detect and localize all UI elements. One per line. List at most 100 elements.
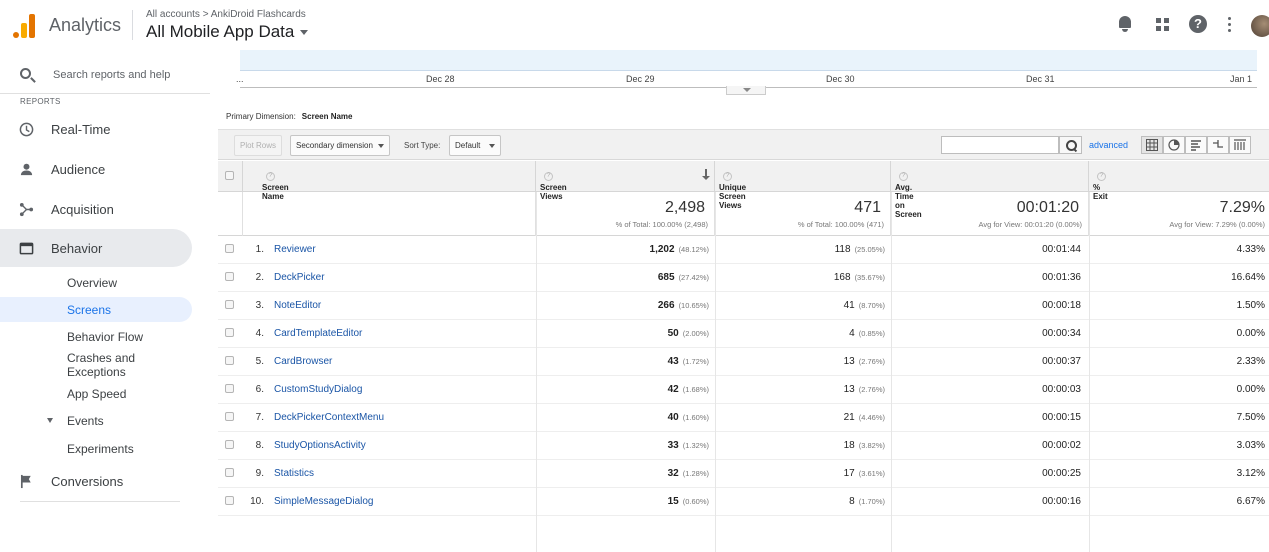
sidebar-item-acquisition[interactable]: Acquisition — [0, 190, 192, 228]
timeline-chart[interactable] — [240, 50, 1257, 71]
screen-name-link[interactable]: CardTemplateEditor — [274, 328, 362, 339]
screen-views-percent: (1.28%) — [682, 469, 709, 478]
exit-cell: 16.64% — [1231, 272, 1265, 283]
table-view-icon[interactable] — [1141, 136, 1163, 154]
help-icon[interactable]: ? — [1189, 15, 1207, 33]
totals-subtext: Avg for View: 00:01:20 (0.00%) — [978, 220, 1082, 229]
help-icon[interactable]: ? — [1097, 172, 1106, 181]
unique-views-cell: 168 (35.67%) — [834, 272, 885, 283]
screen-name-link[interactable]: SimpleMessageDialog — [274, 496, 374, 507]
row-checkbox[interactable] — [225, 384, 234, 393]
sort-type-dropdown[interactable]: Default — [449, 135, 502, 156]
sidebar-item-audience[interactable]: Audience — [0, 150, 192, 188]
screen-views-cell: 15 (0.60%) — [668, 496, 709, 507]
col-header-exit[interactable]: % Exit? — [1089, 161, 1269, 201]
sidebar-subitem-label: App Speed — [67, 387, 127, 401]
secondary-dimension-dropdown[interactable]: Secondary dimension — [290, 135, 390, 156]
row-checkbox[interactable] — [225, 440, 234, 449]
view-selector[interactable]: All Mobile App Data — [146, 22, 309, 42]
row-number: 9. — [255, 468, 264, 479]
screen-name-link[interactable]: DeckPicker — [274, 272, 325, 283]
caret-down-icon — [300, 30, 309, 36]
top-header: Analytics All accounts > AnkiDroid Flash… — [0, 0, 1269, 50]
sidebar-search[interactable]: Search reports and help — [0, 50, 210, 94]
caret-down-icon — [377, 143, 384, 148]
help-icon[interactable]: ? — [266, 172, 275, 181]
primary-dimension-value[interactable]: Screen Name — [302, 112, 353, 121]
search-icon[interactable] — [1059, 136, 1082, 154]
help-icon[interactable]: ? — [723, 172, 732, 181]
row-checkbox[interactable] — [225, 244, 234, 253]
col-header-screen-views[interactable]: Screen Views? — [536, 161, 715, 201]
table-search-input[interactable] — [941, 136, 1059, 154]
row-checkbox[interactable] — [225, 300, 234, 309]
app-name[interactable]: Analytics — [49, 15, 121, 36]
row-checkbox[interactable] — [225, 356, 234, 365]
unique-views-value: 13 — [843, 384, 855, 395]
sidebar-item-realtime[interactable]: Real-Time — [0, 110, 192, 148]
help-icon[interactable]: ? — [544, 172, 553, 181]
breadcrumb[interactable]: All accounts > AnkiDroid Flashcards — [146, 9, 306, 20]
exit-cell: 0.00% — [1236, 384, 1265, 395]
row-checkbox[interactable] — [225, 496, 234, 505]
search-input[interactable]: Search reports and help — [53, 69, 170, 81]
sidebar-subitem-overview[interactable]: Overview — [0, 275, 192, 297]
row-number: 6. — [255, 384, 264, 395]
apps-grid-icon[interactable] — [1154, 15, 1172, 33]
table-row: 1. Reviewer 1,202 (48.12%) 118 (25.05%) 00:01:… — [218, 236, 1269, 264]
more-vert-icon[interactable] — [1222, 15, 1236, 33]
sidebar-subitem-label: Experiments — [67, 442, 134, 456]
sidebar-subitem-screens[interactable]: Screens — [0, 297, 192, 322]
analytics-logo-icon[interactable] — [13, 14, 35, 38]
sidebar: Search reports and help REPORTS Real-Tim… — [0, 50, 210, 519]
unique-views-percent: (0.85%) — [858, 329, 885, 338]
select-all-checkbox[interactable] — [225, 171, 234, 180]
screen-name-link[interactable]: CardBrowser — [274, 356, 332, 367]
screen-name-link[interactable]: DeckPickerContextMenu — [274, 412, 384, 423]
advanced-filter-link[interactable]: advanced — [1089, 140, 1128, 150]
sidebar-subitem-crashes[interactable]: Crashes and Exceptions — [0, 351, 192, 381]
pie-view-icon[interactable] — [1163, 136, 1185, 154]
row-checkbox[interactable] — [225, 328, 234, 337]
exit-cell: 3.12% — [1236, 468, 1265, 479]
screen-views-value: 15 — [667, 496, 679, 507]
col-header-avg-time[interactable]: Avg. Time on Screen? — [891, 161, 1089, 219]
screen-name-link[interactable]: NoteEditor — [274, 300, 321, 311]
screen-name-link[interactable]: CustomStudyDialog — [274, 384, 362, 395]
row-checkbox[interactable] — [225, 272, 234, 281]
screen-name-link[interactable]: Statistics — [274, 468, 314, 479]
pivot-view-icon[interactable] — [1229, 136, 1251, 154]
plot-rows-button[interactable]: Plot Rows — [234, 135, 283, 156]
sidebar-subitem-behavior-flow[interactable]: Behavior Flow — [0, 329, 192, 349]
help-icon[interactable]: ? — [899, 172, 908, 181]
avatar[interactable] — [1251, 15, 1269, 37]
performance-view-icon[interactable] — [1185, 136, 1207, 154]
sidebar-subitem-events[interactable]: Events — [0, 413, 192, 433]
sidebar-item-label: Behavior — [51, 241, 103, 256]
unique-views-percent: (35.67%) — [854, 273, 885, 282]
bell-icon[interactable] — [1116, 15, 1134, 33]
table-row: 6. CustomStudyDialog 42 (1.68%) 13 (2.76%) 00:… — [218, 376, 1269, 404]
sidebar-item-conversions[interactable]: Conversions — [0, 462, 192, 500]
sidebar-subitem-app-speed[interactable]: App Speed — [0, 386, 192, 406]
exit-cell: 2.33% — [1236, 356, 1265, 367]
timeline-date: Jan 1 — [1230, 74, 1253, 84]
row-checkbox[interactable] — [225, 468, 234, 477]
col-header-unique-views[interactable]: Unique Screen Views? — [715, 161, 891, 210]
unique-views-percent: (8.70%) — [858, 301, 885, 310]
screen-name-link[interactable]: Reviewer — [274, 244, 316, 255]
col-header-screen-name[interactable]: Screen Name? — [243, 161, 536, 201]
unique-views-value: 21 — [843, 412, 855, 423]
comparison-view-icon[interactable] — [1207, 136, 1229, 154]
table-toolbar: Plot Rows Secondary dimension Sort Type:… — [218, 129, 1269, 160]
expand-triangle-icon[interactable] — [47, 418, 53, 423]
sort-desc-arrow-icon[interactable] — [702, 169, 710, 181]
sidebar-subitem-experiments[interactable]: Experiments — [0, 441, 192, 461]
exit-cell: 4.33% — [1236, 244, 1265, 255]
sidebar-item-behavior[interactable]: Behavior — [0, 229, 192, 267]
screen-name-link[interactable]: StudyOptionsActivity — [274, 440, 366, 451]
chart-collapse-toggle[interactable] — [726, 86, 766, 95]
row-checkbox[interactable] — [225, 412, 234, 421]
avg-time-cell: 00:01:36 — [1042, 272, 1081, 283]
totals-screen-views: 2,498 % of Total: 100.00% (2,498) — [536, 192, 715, 236]
